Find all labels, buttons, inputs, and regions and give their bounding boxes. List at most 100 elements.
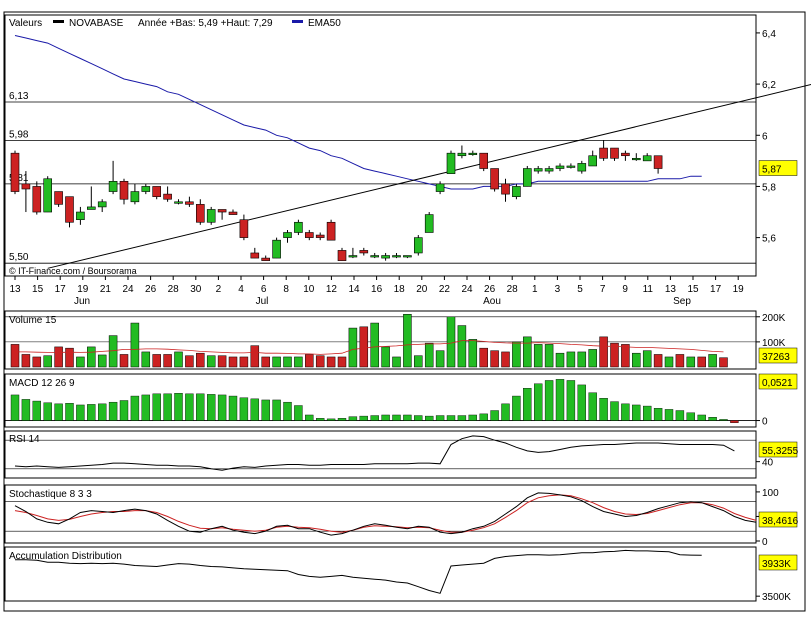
candle-body bbox=[653, 155, 663, 169]
candle-body bbox=[283, 232, 292, 238]
x-tick-label: 20 bbox=[416, 284, 428, 295]
macd-bar bbox=[54, 403, 63, 421]
month-label: Jul bbox=[256, 296, 269, 307]
x-tick-label: 13 bbox=[9, 284, 21, 295]
macd-bar bbox=[708, 417, 717, 421]
volume-bar bbox=[315, 355, 325, 368]
macd-bar bbox=[65, 403, 74, 421]
volume-bar bbox=[435, 350, 445, 368]
symbol-swatch bbox=[53, 20, 64, 23]
header-label: Valeurs bbox=[9, 18, 42, 29]
x-tick-label: 1 bbox=[532, 284, 538, 295]
candle-body bbox=[621, 152, 630, 157]
volume-bar bbox=[664, 356, 674, 368]
volume-bar bbox=[686, 356, 696, 368]
volume-bar bbox=[32, 356, 42, 368]
ema-swatch bbox=[292, 20, 303, 23]
macd-title: MACD 12 26 9 bbox=[9, 378, 75, 389]
volume-last-value: 37263 bbox=[762, 352, 790, 363]
price-panel bbox=[4, 14, 757, 277]
macd-bar bbox=[403, 414, 412, 421]
x-tick-label: 14 bbox=[348, 284, 360, 295]
candle-body bbox=[228, 211, 238, 215]
macd-bar bbox=[490, 410, 499, 421]
price-axis-tick-label: 6,4 bbox=[762, 29, 776, 40]
macd-bar bbox=[610, 401, 619, 421]
volume-bar bbox=[305, 354, 314, 368]
volume-bar bbox=[239, 356, 249, 368]
header-stats: Année +Bas: 5,49 +Haut: 7,29 bbox=[138, 18, 273, 29]
candle-body bbox=[10, 152, 20, 192]
volume-bar bbox=[392, 356, 401, 368]
candle-body bbox=[185, 201, 194, 205]
volume-bar bbox=[185, 355, 194, 368]
volume-bar bbox=[283, 356, 292, 368]
candle-body bbox=[304, 232, 314, 238]
candle-body bbox=[21, 183, 31, 190]
candle-body bbox=[119, 181, 129, 200]
candle-body bbox=[174, 201, 183, 204]
rsi-last-value: 55,3255 bbox=[762, 446, 799, 457]
volume-bar bbox=[588, 349, 597, 368]
x-tick-label: 15 bbox=[687, 284, 699, 295]
candle-body bbox=[588, 155, 598, 167]
macd-bar bbox=[185, 393, 194, 421]
stock-chart: Valeurs NOVABASE Année +Bas: 5,49 +Haut:… bbox=[0, 0, 811, 621]
candle-body bbox=[577, 163, 587, 172]
rsi-title: RSI 14 bbox=[9, 434, 40, 445]
x-tick-label: 17 bbox=[710, 284, 722, 295]
volume-bar bbox=[43, 355, 52, 368]
candle-body bbox=[97, 201, 107, 208]
macd-bar bbox=[512, 395, 521, 421]
x-tick-label: 13 bbox=[665, 284, 677, 295]
macd-bar bbox=[261, 399, 270, 421]
volume-bar bbox=[217, 355, 227, 368]
x-tick-label: 24 bbox=[122, 284, 134, 295]
x-tick-label: 7 bbox=[600, 284, 606, 295]
candle-body bbox=[54, 191, 63, 205]
volume-bar bbox=[163, 354, 172, 368]
macd-bar bbox=[468, 414, 477, 421]
volume-bar bbox=[348, 327, 358, 368]
volume-bar bbox=[512, 341, 521, 368]
candle-body bbox=[87, 206, 96, 210]
macd-bar bbox=[643, 405, 652, 421]
candle-body bbox=[261, 257, 271, 261]
macd-bar bbox=[555, 379, 565, 421]
macd-bar bbox=[174, 393, 183, 421]
candle-body bbox=[468, 152, 478, 155]
volume-bar bbox=[555, 352, 565, 368]
volume-bar bbox=[326, 356, 336, 368]
month-label: Jun bbox=[74, 296, 90, 307]
candle-body bbox=[337, 250, 347, 261]
macd-bar bbox=[196, 393, 205, 421]
volume-bar bbox=[196, 352, 205, 368]
macd-bar bbox=[87, 404, 96, 421]
macd-bar bbox=[697, 414, 706, 421]
macd-bar bbox=[621, 403, 630, 421]
volume-bar bbox=[653, 354, 663, 368]
candle-body bbox=[555, 165, 565, 169]
macd-bar bbox=[599, 398, 608, 421]
candle-body bbox=[130, 191, 140, 203]
volume-bar bbox=[228, 356, 238, 368]
macd-bar bbox=[239, 397, 249, 421]
macd-bar bbox=[283, 401, 292, 421]
volume-bar bbox=[490, 350, 499, 368]
macd-bar bbox=[501, 403, 510, 421]
price-axis-tick-label: 5,6 bbox=[762, 234, 776, 245]
macd-bar bbox=[119, 400, 129, 421]
macd-bar bbox=[719, 419, 728, 421]
candle-body bbox=[566, 165, 576, 168]
macd-bar bbox=[653, 408, 663, 421]
volume-bar bbox=[403, 314, 412, 368]
macd-bar bbox=[523, 388, 532, 421]
month-label: Sep bbox=[673, 296, 691, 307]
macd-bar bbox=[632, 404, 641, 421]
attribution-text: © IT-Finance.com / Boursorama bbox=[9, 266, 137, 276]
volume-bar bbox=[719, 357, 728, 368]
level-label: 6,13 bbox=[9, 91, 29, 102]
volume-bar bbox=[174, 351, 183, 368]
x-tick-label: 22 bbox=[439, 284, 451, 295]
x-tick-label: 19 bbox=[733, 284, 745, 295]
